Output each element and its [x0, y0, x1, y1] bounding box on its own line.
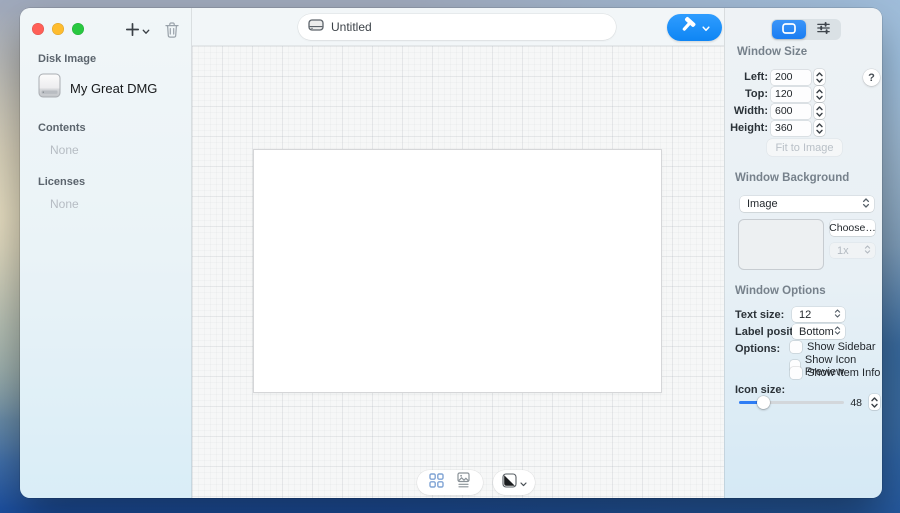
text-size-value: 12: [799, 309, 834, 321]
choose-image-button[interactable]: Choose…: [830, 220, 875, 236]
label-position-value: Bottom: [799, 326, 834, 338]
left-label: Left:: [725, 71, 771, 83]
tab-advanced-settings[interactable]: [806, 20, 840, 39]
icon-size-value: 48: [846, 397, 862, 409]
sidebar-item-disk-image[interactable]: My Great DMG: [38, 71, 183, 105]
show-item-info-checkbox[interactable]: [790, 367, 802, 379]
minimize-button[interactable]: [52, 23, 64, 35]
chevron-down-icon: [702, 19, 710, 37]
chevron-up-down-icon: [834, 325, 841, 339]
build-button[interactable]: [667, 14, 722, 41]
drive-icon: [308, 18, 324, 36]
chevron-up-down-icon: [834, 308, 841, 322]
window-background-header: Window Background: [735, 172, 849, 184]
sliders-icon: [817, 22, 830, 37]
plus-icon: [125, 22, 140, 42]
sidebar-section-licenses: Licenses: [38, 176, 191, 188]
width-label: Width:: [725, 105, 771, 117]
width-stepper[interactable]: [814, 103, 825, 119]
trash-icon: [164, 26, 180, 43]
icon-size-slider[interactable]: [739, 396, 844, 409]
help-button[interactable]: ?: [863, 69, 880, 86]
canvas-view-toolbar: [417, 470, 483, 495]
appearance-icon: [502, 473, 517, 493]
disk-icon: [38, 73, 61, 103]
text-size-select[interactable]: 12: [792, 307, 845, 322]
top-input[interactable]: [771, 87, 811, 102]
document-title-field[interactable]: [298, 14, 616, 40]
top-field-row: Top:: [725, 86, 825, 102]
main-toolbar: [192, 8, 724, 46]
sidebar-section-disk-image: Disk Image: [38, 53, 191, 65]
window-options-header: Window Options: [735, 285, 826, 297]
show-item-info-label: Show Item Info: [807, 367, 880, 379]
width-input[interactable]: [771, 104, 811, 119]
height-input[interactable]: [771, 121, 811, 136]
window-icon: [782, 23, 796, 37]
top-stepper[interactable]: [814, 86, 825, 102]
width-field-row: Width:: [725, 103, 825, 119]
delete-button[interactable]: [164, 21, 180, 44]
background-type-value: Image: [747, 198, 862, 210]
image-scale-value: 1x: [837, 245, 864, 257]
left-field-row: Left:: [725, 69, 825, 85]
left-input[interactable]: [771, 70, 811, 85]
icon-size-label: Icon size:: [735, 384, 785, 396]
tab-window-settings[interactable]: [772, 20, 806, 39]
show-sidebar-checkbox[interactable]: [790, 341, 802, 353]
inspector-panel: Window Size Left: Top: Width: Height: ? …: [724, 8, 882, 498]
chevron-up-down-icon: [864, 244, 871, 258]
close-button[interactable]: [32, 23, 44, 35]
top-label: Top:: [725, 88, 771, 100]
sidebar-section-contents: Contents: [38, 122, 191, 134]
icon-size-stepper[interactable]: [869, 394, 880, 410]
contents-value: None: [50, 143, 191, 157]
app-window: Disk Image My Great DMG Contents None Li…: [20, 8, 882, 498]
licenses-value: None: [50, 197, 191, 211]
options-label: Options:: [735, 343, 780, 355]
inspector-tabs: [771, 19, 841, 40]
height-stepper[interactable]: [814, 120, 825, 136]
dmg-window-preview[interactable]: [253, 149, 662, 393]
appearance-menu-button[interactable]: [502, 473, 527, 493]
background-image-button[interactable]: [456, 472, 471, 493]
window-size-header: Window Size: [737, 46, 807, 58]
main-area: [192, 8, 724, 498]
document-title-input[interactable]: [331, 20, 606, 34]
fit-to-image-button[interactable]: Fit to Image: [767, 139, 842, 156]
show-sidebar-option: Show Sidebar: [790, 341, 876, 353]
chevron-down-icon: [142, 22, 150, 40]
height-field-row: Height:: [725, 120, 825, 136]
appearance-toolbar: [493, 470, 535, 495]
window-controls: [32, 23, 84, 35]
zoom-button[interactable]: [72, 23, 84, 35]
hammer-icon: [679, 16, 697, 39]
label-position-select[interactable]: Bottom: [792, 324, 845, 339]
background-image-preview[interactable]: [738, 219, 824, 270]
background-type-select[interactable]: Image: [740, 196, 874, 212]
disk-image-name: My Great DMG: [70, 81, 157, 96]
left-stepper[interactable]: [814, 69, 825, 85]
desktop: { "app": { "colors": { "accent": "#1584f…: [0, 0, 900, 513]
text-size-label: Text size:: [735, 309, 784, 321]
show-item-info-option: Show Item Info: [790, 367, 880, 379]
show-sidebar-label: Show Sidebar: [807, 341, 876, 353]
chevron-up-down-icon: [862, 197, 870, 212]
sidebar: Disk Image My Great DMG Contents None Li…: [20, 8, 192, 498]
grid-toggle-button[interactable]: [429, 473, 444, 493]
height-label: Height:: [725, 122, 771, 134]
image-scale-select[interactable]: 1x: [830, 243, 875, 258]
layout-canvas[interactable]: [192, 46, 724, 498]
add-button[interactable]: [125, 22, 150, 42]
slider-track[interactable]: [739, 401, 844, 404]
chevron-down-icon: [520, 474, 527, 492]
slider-knob[interactable]: [757, 396, 770, 409]
